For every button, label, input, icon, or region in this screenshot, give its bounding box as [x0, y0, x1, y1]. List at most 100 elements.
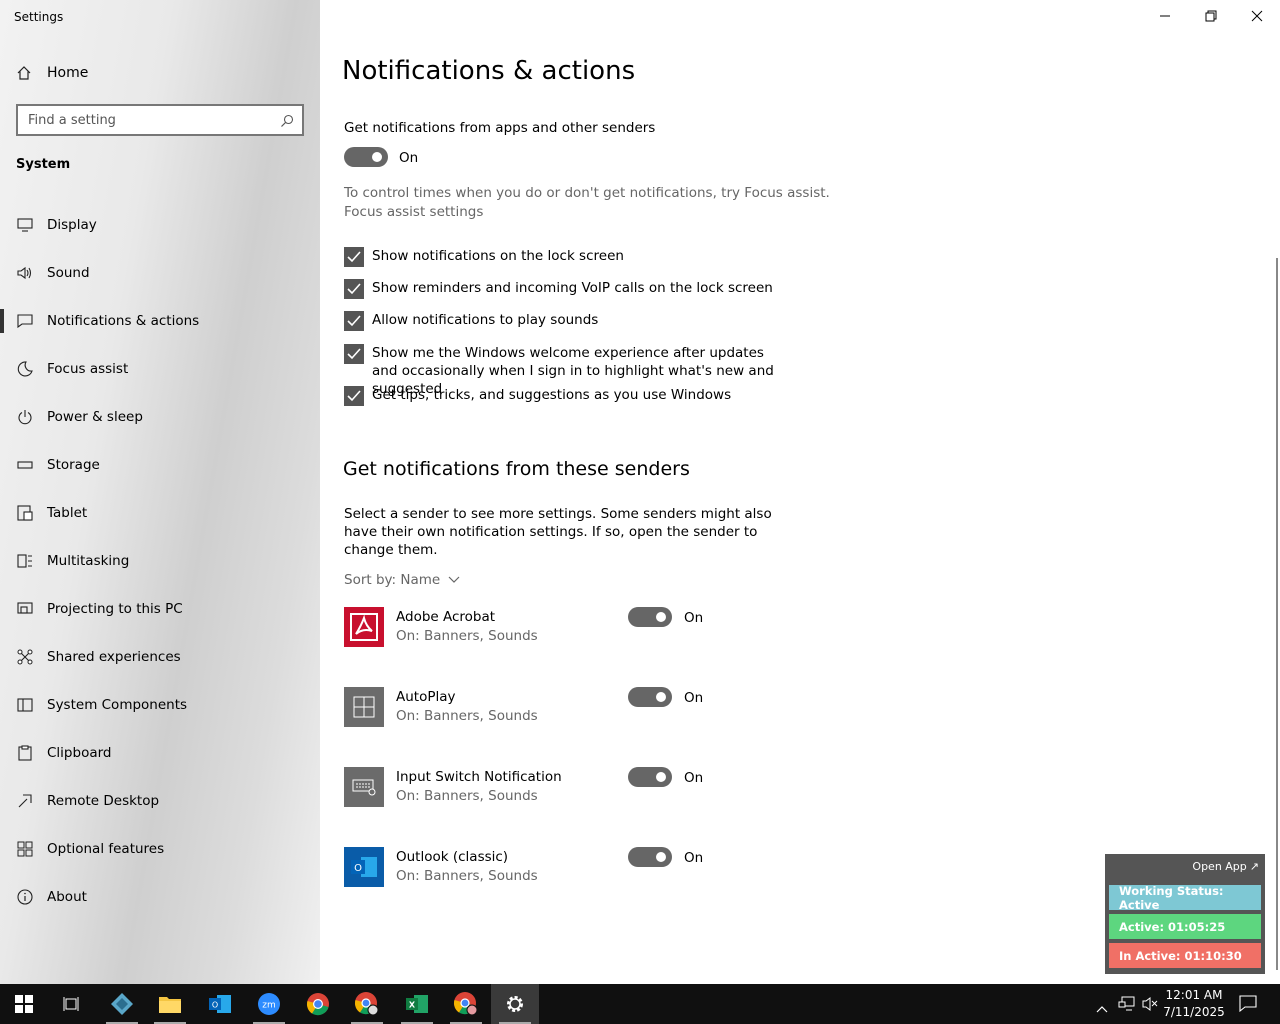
sidebar-item-label: Focus assist [47, 361, 129, 377]
sidebar-item-optional-features[interactable]: Optional features [0, 825, 320, 873]
sidebar-item-storage[interactable]: Storage [0, 441, 320, 489]
search-input[interactable] [28, 112, 268, 128]
sidebar-item-remote-desktop[interactable]: Remote Desktop [0, 777, 320, 825]
sort-dropdown[interactable]: Sort by: Name [344, 572, 460, 588]
sidebar-item-power-sleep[interactable]: Power & sleep [0, 393, 320, 441]
network-icon[interactable] [1118, 996, 1136, 1016]
speaker-icon [16, 266, 34, 280]
autoplay-icon [344, 687, 384, 727]
sidebar-item-projecting[interactable]: Projecting to this PC [0, 585, 320, 633]
svg-text:zm: zm [262, 1001, 276, 1011]
taskbar-outlook[interactable]: O [196, 984, 244, 1024]
sender-toggle-adobe-acrobat[interactable] [628, 607, 672, 627]
taskbar-chrome-profile[interactable] [343, 984, 391, 1024]
zoom-icon: zm [258, 993, 280, 1015]
sidebar-item-label: Clipboard [47, 745, 112, 761]
sender-name[interactable]: Adobe Acrobat [396, 609, 495, 625]
sort-label: Sort by: Name [344, 572, 441, 588]
sender-toggle-input-switch[interactable] [628, 767, 672, 787]
sidebar-item-label: Power & sleep [47, 409, 143, 425]
windows-icon [15, 995, 33, 1013]
taskbar-app-1[interactable] [98, 984, 146, 1024]
notifications-toggle-state: On [399, 150, 419, 166]
senders-description: Select a sender to see more settings. So… [344, 506, 772, 558]
components-icon [16, 698, 34, 712]
page-title: Notifications & actions [342, 56, 636, 86]
sender-toggle-state: On [684, 690, 704, 706]
checkbox-play-sounds[interactable] [344, 311, 364, 331]
sidebar-item-display[interactable]: Display [0, 201, 320, 249]
tablet-icon [16, 505, 34, 521]
sender-toggle-autoplay[interactable] [628, 687, 672, 707]
active-time-bar: Active: 01:05:25 [1109, 914, 1261, 939]
checkbox-welcome-experience[interactable] [344, 344, 364, 364]
excel-icon: X [406, 995, 428, 1013]
work-status-widget: Open App ↗ Working Status: Active Active… [1105, 854, 1265, 974]
notifications-toggle[interactable] [344, 147, 388, 167]
checkbox-voip-lock-screen[interactable] [344, 279, 364, 299]
monitor-icon [16, 218, 34, 232]
taskbar-chrome[interactable] [294, 984, 342, 1024]
minimize-button[interactable] [1142, 0, 1188, 32]
sender-toggle-outlook[interactable] [628, 847, 672, 867]
sender-name[interactable]: Input Switch Notification [396, 769, 562, 785]
sender-toggle-state: On [684, 770, 704, 786]
restore-button[interactable] [1188, 0, 1234, 32]
clock-date: 7/11/2025 [1163, 1005, 1225, 1019]
start-button[interactable] [0, 984, 48, 1024]
clock[interactable]: 12:01 AM 7/11/2025 [1158, 987, 1230, 1021]
chrome-icon [306, 993, 329, 1016]
sidebar-item-clipboard[interactable]: Clipboard [0, 729, 320, 777]
projector-icon [16, 602, 34, 616]
volume-muted-icon[interactable] [1142, 996, 1158, 1016]
sender-toggle-state: On [684, 610, 704, 626]
chevron-down-icon [448, 576, 460, 584]
sidebar-item-notifications[interactable]: Notifications & actions [0, 297, 320, 345]
sidebar-item-sound[interactable]: Sound [0, 249, 320, 297]
taskbar-zoom[interactable]: zm [245, 984, 293, 1024]
task-view-icon [63, 997, 79, 1011]
sidebar-item-shared-experiences[interactable]: Shared experiences [0, 633, 320, 681]
taskbar-chrome-profile-2[interactable] [442, 984, 490, 1024]
restore-icon [1205, 10, 1217, 22]
home-icon [16, 65, 34, 81]
close-button[interactable] [1234, 0, 1280, 32]
search-box[interactable] [16, 104, 304, 136]
outlook-icon: O [344, 847, 384, 887]
sidebar-item-label: Projecting to this PC [47, 601, 183, 617]
sender-name[interactable]: Outlook (classic) [396, 849, 508, 865]
sidebar-item-label: About [47, 889, 87, 905]
scrollbar[interactable] [1276, 258, 1278, 970]
home-button[interactable]: Home [16, 62, 88, 84]
checkbox-lock-screen[interactable] [344, 247, 364, 267]
inactive-time-bar: In Active: 01:10:30 [1109, 943, 1261, 968]
sender-name[interactable]: AutoPlay [396, 689, 456, 705]
taskbar-file-explorer[interactable] [146, 984, 194, 1024]
sidebar-item-multitasking[interactable]: Multitasking [0, 537, 320, 585]
sidebar-item-label: Shared experiences [47, 649, 181, 665]
sidebar-item-about[interactable]: About [0, 873, 320, 921]
sidebar-item-system-components[interactable]: System Components [0, 681, 320, 729]
task-view-button[interactable] [48, 984, 96, 1024]
taskbar-excel[interactable]: X [393, 984, 441, 1024]
taskbar-settings[interactable] [491, 984, 539, 1024]
moon-icon [16, 361, 34, 377]
folder-icon [159, 997, 181, 1013]
search-icon[interactable] [280, 113, 294, 132]
open-app-label: Open App [1192, 860, 1247, 873]
get-notifications-label: Get notifications from apps and other se… [344, 120, 656, 136]
sidebar-item-focus-assist[interactable]: Focus assist [0, 345, 320, 393]
focus-assist-text: To control times when you do or don't ge… [344, 185, 830, 201]
checkbox-label: Allow notifications to play sounds [372, 312, 599, 328]
chrome-profile-icon [453, 992, 478, 1016]
sidebar-item-tablet[interactable]: Tablet [0, 489, 320, 537]
outlook-icon: O [209, 995, 231, 1013]
section-label: System [16, 157, 71, 172]
checkbox-tips[interactable] [344, 386, 364, 406]
chevron-up-icon[interactable] [1096, 998, 1108, 1017]
action-center-icon[interactable] [1239, 995, 1257, 1017]
focus-assist-settings-link[interactable]: Focus assist settings [344, 204, 483, 220]
open-app-button[interactable]: Open App ↗ [1192, 860, 1259, 873]
app-diamond-icon [111, 993, 133, 1015]
sidebar-nav: Display Sound Notifications & actions Fo… [0, 201, 320, 921]
